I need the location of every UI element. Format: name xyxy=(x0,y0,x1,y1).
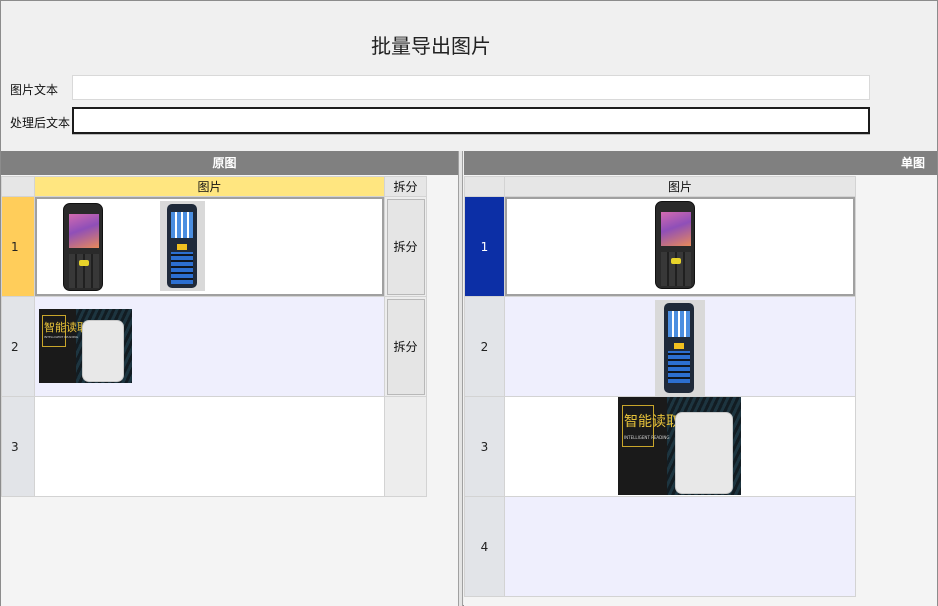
split-button[interactable]: 拆分 xyxy=(386,298,425,395)
image-text-input[interactable] xyxy=(72,75,870,100)
table-row[interactable]: 4 xyxy=(464,496,856,597)
original-image-grid: 图片 拆分 1 拆分 2 智能读取 INTELLIGENT READING 拆分… xyxy=(1,176,427,497)
single-image-panel: 单图 图片 1 2 3 智能读取 INTELLIGENT READING 4 xyxy=(464,151,937,606)
row-number: 3 xyxy=(1,396,35,497)
original-image-panel: 原图 图片 拆分 1 拆分 2 智能读取 INTELLIGENT READING… xyxy=(1,151,458,606)
image-cell[interactable] xyxy=(504,496,856,597)
image-cell[interactable]: 智能读取 INTELLIGENT READING xyxy=(504,396,856,497)
grid-corner xyxy=(1,176,35,197)
image-cell[interactable] xyxy=(504,296,856,397)
barcode-scanner-image xyxy=(655,300,705,396)
image-cell[interactable] xyxy=(34,396,385,497)
image-text-label: 图片文本 xyxy=(10,83,59,97)
processed-text-input[interactable] xyxy=(72,107,870,134)
row-number: 4 xyxy=(464,496,505,597)
split-cell: 拆分 xyxy=(384,296,427,397)
table-row[interactable]: 3 智能读取 INTELLIGENT READING xyxy=(464,396,856,497)
column-header-image[interactable]: 图片 xyxy=(504,176,856,197)
row-number: 3 xyxy=(464,396,505,497)
image-cell[interactable] xyxy=(504,196,856,297)
row-number: 2 xyxy=(464,296,505,397)
smart-reader-banner-image: 智能读取 INTELLIGENT READING xyxy=(39,309,132,383)
split-cell: 拆分 xyxy=(384,196,427,297)
split-cell xyxy=(384,396,427,497)
split-button[interactable]: 拆分 xyxy=(386,198,425,295)
android-terminal-image xyxy=(655,201,695,289)
row-number: 2 xyxy=(1,296,35,397)
original-panel-header: 原图 xyxy=(1,151,458,175)
table-row[interactable]: 3 xyxy=(1,396,427,497)
grid-corner xyxy=(464,176,505,197)
table-row[interactable]: 1 拆分 xyxy=(1,196,427,297)
table-row[interactable]: 2 xyxy=(464,296,856,397)
barcode-scanner-image xyxy=(160,201,205,291)
column-header-split[interactable]: 拆分 xyxy=(384,176,427,197)
panel-splitter[interactable] xyxy=(458,151,463,606)
single-panel-header: 单图 xyxy=(464,151,937,175)
table-row[interactable]: 2 智能读取 INTELLIGENT READING 拆分 xyxy=(1,296,427,397)
image-cell[interactable]: 智能读取 INTELLIGENT READING xyxy=(34,296,385,397)
page-title: 批量导出图片 xyxy=(371,34,491,58)
table-row[interactable]: 1 xyxy=(464,196,856,297)
image-cell[interactable] xyxy=(34,196,385,297)
smart-reader-banner-image: 智能读取 INTELLIGENT READING xyxy=(618,397,741,495)
row-number: 1 xyxy=(464,196,505,297)
android-terminal-image xyxy=(63,203,103,291)
column-header-image[interactable]: 图片 xyxy=(34,176,385,197)
single-image-grid: 图片 1 2 3 智能读取 INTELLIGENT READING 4 xyxy=(464,176,856,597)
processed-text-label: 处理后文本 xyxy=(10,116,71,130)
row-number: 1 xyxy=(1,196,35,297)
